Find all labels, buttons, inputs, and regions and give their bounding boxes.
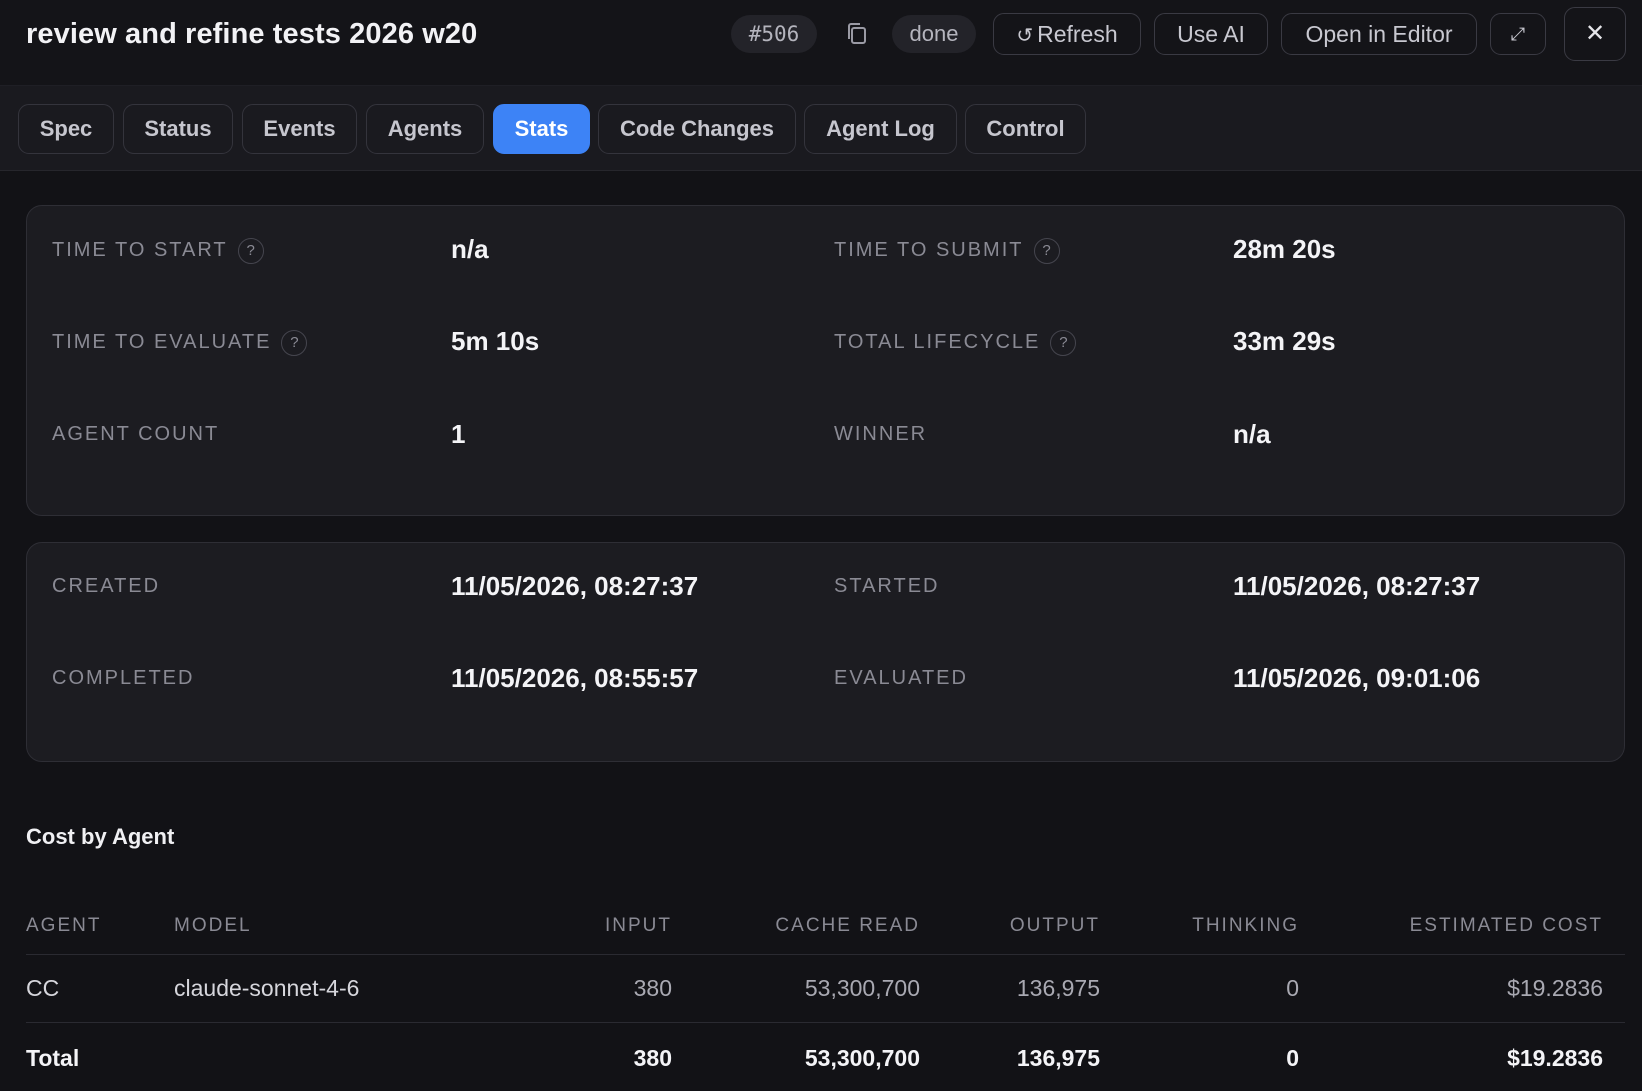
evaluated-label: Evaluated xyxy=(834,667,968,689)
durations-card: Time to start? n/a Time to submit? 28m 2… xyxy=(26,205,1625,516)
time-to-evaluate-label: Time to evaluate? xyxy=(52,327,308,357)
total-label: Total xyxy=(26,1045,80,1071)
task-header: review and refine tests 2026 w20 #506 do… xyxy=(0,0,1642,86)
timestamps-card: Created 11/05/2026, 08:27:37 Started 11/… xyxy=(26,542,1625,762)
tab-spec[interactable]: Spec xyxy=(18,104,114,154)
refresh-button[interactable]: ↺ Refresh xyxy=(993,13,1141,55)
column-header-cache-read: CACHE READ xyxy=(775,915,920,936)
help-icon[interactable]: ? xyxy=(1033,238,1060,264)
evaluated-value: 11/05/2026, 09:01:06 xyxy=(1233,663,1481,693)
tab-agents[interactable]: Agents xyxy=(366,104,484,154)
total-thinking: 0 xyxy=(1286,1045,1299,1071)
time-to-start-label: Time to start? xyxy=(52,235,264,265)
time-to-evaluate-value: 5m 10s xyxy=(451,326,540,356)
column-header-estimated-cost: ESTIMATED COST xyxy=(1409,915,1603,936)
created-label: Created xyxy=(52,575,161,597)
cost-section-title: Cost by Agent xyxy=(26,824,175,849)
time-to-submit-label: Time to submit? xyxy=(834,235,1060,265)
refresh-icon: ↺ xyxy=(1016,25,1034,47)
completed-label: Completed xyxy=(52,667,195,689)
time-to-submit-value: 28m 20s xyxy=(1233,234,1336,264)
table-total-row: Total 380 53,300,700 136,975 0 $19.2836 xyxy=(26,1023,1625,1091)
copy-icon[interactable] xyxy=(843,20,871,48)
tab-bar: Spec Status Events Agents Stats Code Cha… xyxy=(0,86,1642,171)
tab-status[interactable]: Status xyxy=(123,104,233,154)
refresh-label: Refresh xyxy=(1037,21,1118,47)
agent-cell: CC xyxy=(26,975,60,1001)
column-header-agent: AGENT xyxy=(26,915,102,936)
created-value: 11/05/2026, 08:27:37 xyxy=(451,571,699,601)
tab-code-changes[interactable]: Code Changes xyxy=(598,104,796,154)
table-header-row: AGENT MODEL INPUT CACHE READ OUTPUT THIN… xyxy=(26,905,1625,955)
input-cell: 380 xyxy=(633,975,672,1001)
expand-icon[interactable]: ⤢ xyxy=(1490,13,1546,55)
model-cell: claude-sonnet-4-6 xyxy=(174,975,360,1001)
help-icon[interactable]: ? xyxy=(281,330,308,356)
column-header-thinking: THINKING xyxy=(1192,915,1299,936)
started-label: Started xyxy=(834,575,940,597)
tab-control[interactable]: Control xyxy=(965,104,1086,154)
agent-count-value: 1 xyxy=(451,419,466,449)
use-ai-button[interactable]: Use AI xyxy=(1154,13,1268,55)
completed-value: 11/05/2026, 08:55:57 xyxy=(451,663,699,693)
started-value: 11/05/2026, 08:27:37 xyxy=(1233,571,1481,601)
winner-value: n/a xyxy=(1233,419,1271,449)
total-estimated-cost: $19.2836 xyxy=(1507,1045,1603,1071)
cache-read-cell: 53,300,700 xyxy=(804,975,920,1001)
estimated-cost-cell: $19.2836 xyxy=(1507,975,1603,1001)
tab-events[interactable]: Events xyxy=(242,104,357,154)
output-cell: 136,975 xyxy=(1016,975,1100,1001)
tab-stats[interactable]: Stats xyxy=(493,104,590,154)
help-icon[interactable]: ? xyxy=(1050,330,1077,356)
task-title: review and refine tests 2026 w20 xyxy=(26,18,478,50)
winner-label: Winner xyxy=(834,423,928,445)
total-output: 136,975 xyxy=(1016,1045,1100,1071)
thinking-cell: 0 xyxy=(1286,975,1299,1001)
open-in-editor-button[interactable]: Open in Editor xyxy=(1281,13,1477,55)
time-to-start-value: n/a xyxy=(451,234,489,264)
column-header-output: OUTPUT xyxy=(1009,915,1100,936)
column-header-model: MODEL xyxy=(174,915,252,936)
tab-agent-log[interactable]: Agent Log xyxy=(804,104,957,154)
total-lifecycle-value: 33m 29s xyxy=(1233,326,1336,356)
help-icon[interactable]: ? xyxy=(237,238,264,264)
total-lifecycle-label: Total lifecycle? xyxy=(834,327,1077,357)
task-id-badge: #506 xyxy=(731,15,817,53)
status-badge: done xyxy=(892,15,976,53)
column-header-input: INPUT xyxy=(605,915,672,936)
close-icon[interactable]: ✕ xyxy=(1564,7,1626,61)
total-input: 380 xyxy=(633,1045,672,1071)
agent-count-label: Agent count xyxy=(52,423,220,445)
table-row: CC claude-sonnet-4-6 380 53,300,700 136,… xyxy=(26,955,1625,1023)
total-cache-read: 53,300,700 xyxy=(804,1045,920,1071)
